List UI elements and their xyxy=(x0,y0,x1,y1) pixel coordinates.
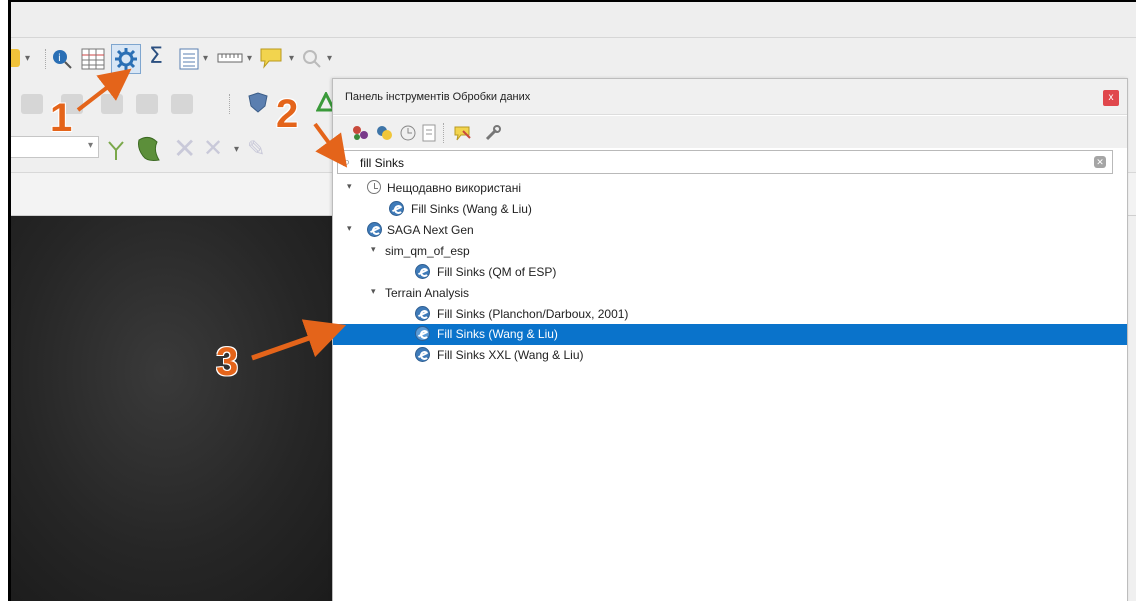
algorithm-tree: ▾ Нещодавно використані Fill Sinks (Wang… xyxy=(333,178,1127,598)
saga-icon xyxy=(389,201,404,216)
tree-label: sim_qm_of_esp xyxy=(385,244,470,258)
panel-titlebar: Панель інструментів Обробки даних x xyxy=(333,79,1127,115)
tree-group-terrain[interactable]: ▾ Terrain Analysis xyxy=(333,283,1127,304)
panel-toolbar xyxy=(333,116,1127,148)
tree-label: Нещодавно використані xyxy=(387,181,522,195)
clock-icon xyxy=(367,180,381,194)
annotation-3: 3 xyxy=(216,340,239,384)
tree-item[interactable]: Fill Sinks (QM of ESP) xyxy=(333,262,1127,283)
tree-label: Fill Sinks (Wang & Liu) xyxy=(411,202,532,216)
svg-text:i: i xyxy=(58,53,61,64)
label-tool-icon[interactable] xyxy=(171,94,193,114)
annotation-1: 1 xyxy=(50,96,73,140)
shield-icon[interactable] xyxy=(247,92,269,114)
saga-icon xyxy=(415,264,430,279)
panel-title: Панель інструментів Обробки даних xyxy=(345,91,531,103)
saga-icon xyxy=(415,347,430,362)
measure-icon[interactable] xyxy=(217,52,243,64)
chevron-down-icon[interactable]: ▾ xyxy=(234,144,239,155)
map-canvas[interactable] xyxy=(11,216,351,601)
tree-label: Terrain Analysis xyxy=(385,286,470,300)
results-icon[interactable] xyxy=(421,123,437,143)
search-icon[interactable] xyxy=(301,48,323,70)
tree-label: SAGA Next Gen xyxy=(387,223,474,237)
tree-group-recent[interactable]: ▾ Нещодавно використані xyxy=(333,178,1127,199)
tree-label: Fill Sinks XXL (Wang & Liu) xyxy=(437,348,584,362)
tree-label: Fill Sinks (Wang & Liu) xyxy=(437,327,558,341)
processing-toolbox-icon[interactable] xyxy=(111,44,141,74)
chevron-down-icon[interactable]: ▾ xyxy=(25,53,30,64)
toolbar-separator xyxy=(229,94,231,114)
edit-features-icon[interactable] xyxy=(453,123,473,143)
collapse-arrow-icon[interactable]: ▾ xyxy=(371,286,376,297)
vertex-tool-icon[interactable] xyxy=(106,138,126,162)
options-icon[interactable] xyxy=(483,123,503,143)
search-input[interactable]: fill Sinks xyxy=(360,156,404,170)
tree-item[interactable]: Fill Sinks (Planchon/Darboux, 2001) xyxy=(333,304,1127,325)
select-feature-icon[interactable] xyxy=(11,49,20,67)
split-feature-icon[interactable] xyxy=(135,134,163,164)
delete-icon[interactable]: ✕ xyxy=(173,135,197,163)
search-icon: ⌕ xyxy=(343,154,351,169)
title-strip xyxy=(11,2,1136,38)
tree-group-provider[interactable]: ▾ SAGA Next Gen xyxy=(333,220,1127,241)
attributes-toolbar: ▾ i Σ ▾ ▾ ▾ ▾ xyxy=(11,38,1136,82)
processing-toolbox-panel: Панель інструментів Обробки даних x ⌕ fi… xyxy=(332,78,1128,601)
collapse-arrow-icon[interactable]: ▾ xyxy=(371,244,376,255)
label-tool-icon[interactable] xyxy=(21,94,43,114)
label-tool-icon[interactable] xyxy=(136,94,158,114)
clear-icon[interactable]: ✕ xyxy=(1094,156,1106,168)
identify-icon[interactable]: i xyxy=(51,48,73,70)
chevron-down-icon[interactable]: ▾ xyxy=(247,53,252,64)
toolbar-separator xyxy=(443,123,445,143)
close-button[interactable]: x xyxy=(1103,90,1119,106)
saga-icon xyxy=(367,222,382,237)
chevron-down-icon: ▾ xyxy=(87,140,93,151)
reshape-icon[interactable]: ✎ xyxy=(247,136,277,162)
annotation-2: 2 xyxy=(276,92,299,136)
tree-label: Fill Sinks (QM of ESP) xyxy=(437,265,557,279)
saga-icon xyxy=(415,306,430,321)
attribute-table-icon[interactable] xyxy=(81,48,105,70)
history-icon[interactable] xyxy=(399,124,417,142)
chevron-down-icon[interactable]: ▾ xyxy=(289,53,294,64)
tree-group-sim[interactable]: ▾ sim_qm_of_esp xyxy=(333,241,1127,262)
python-icon[interactable] xyxy=(375,124,395,142)
tips-icon[interactable] xyxy=(259,47,285,71)
label-tool-icon[interactable] xyxy=(101,94,123,114)
chevron-down-icon[interactable]: ▾ xyxy=(203,53,208,64)
collapse-arrow-icon[interactable]: ▾ xyxy=(347,181,352,192)
node-icon[interactable]: ✕ xyxy=(203,136,227,162)
collapse-arrow-icon[interactable]: ▾ xyxy=(347,223,352,234)
search-field[interactable]: ⌕ fill Sinks ✕ xyxy=(337,150,1113,174)
tree-item[interactable]: Fill Sinks (Wang & Liu) xyxy=(333,199,1127,220)
models-icon[interactable] xyxy=(351,124,371,142)
field-calculator-icon[interactable] xyxy=(179,48,199,70)
saga-icon xyxy=(415,326,430,341)
tree-label: Fill Sinks (Planchon/Darboux, 2001) xyxy=(437,307,629,321)
tree-item-selected[interactable]: Fill Sinks (Wang & Liu) xyxy=(333,324,1127,345)
chevron-down-icon[interactable]: ▾ xyxy=(327,53,332,64)
sigma-icon[interactable]: Σ xyxy=(149,44,171,74)
toolbar-separator xyxy=(45,49,47,69)
tree-item[interactable]: Fill Sinks XXL (Wang & Liu) xyxy=(333,345,1127,366)
